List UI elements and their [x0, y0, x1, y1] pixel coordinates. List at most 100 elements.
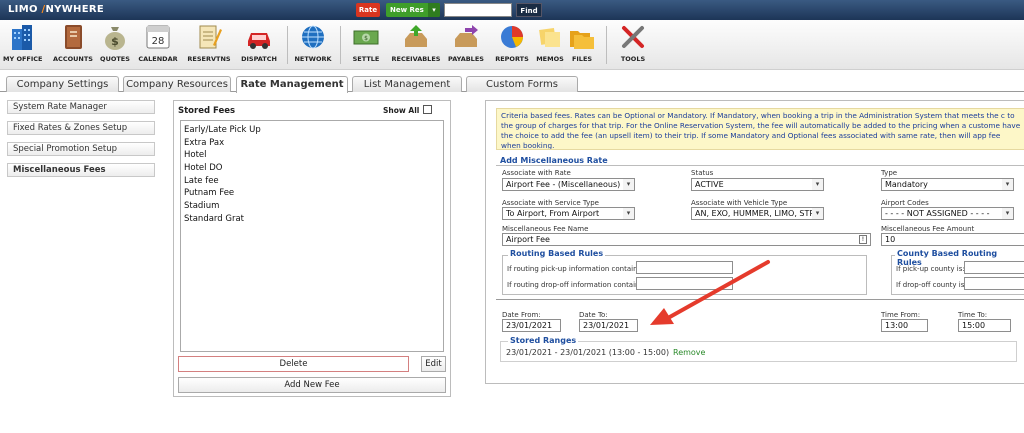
status-label: Status	[691, 169, 714, 177]
routing-rules-title: Routing Based Rules	[508, 249, 606, 258]
nav-fixed-rates-zones[interactable]: Fixed Rates & Zones Setup	[7, 121, 155, 135]
list-item[interactable]: Standard Grat	[181, 213, 443, 226]
toolbar-label: ACCOUNTS	[53, 55, 93, 63]
date-to-label: Date To:	[579, 311, 608, 319]
stored-fees-list[interactable]: Early/Late Pick Up Extra Pax Hotel Hotel…	[180, 120, 444, 352]
toolbar-label: DISPATCH	[241, 55, 277, 63]
rate-button[interactable]: Rate	[356, 3, 380, 17]
toolbar-memos[interactable]: MEMOS	[534, 23, 566, 67]
nav-miscellaneous-fees[interactable]: Miscellaneous Fees	[7, 163, 155, 177]
county-dropoff-label: If drop-off county is:	[896, 281, 967, 289]
toolbar-tools[interactable]: TOOLS	[616, 23, 650, 67]
service-type-select[interactable]: To Airport, From Airport ▾	[502, 207, 635, 220]
wrench-screwdriver-icon	[622, 26, 644, 48]
notepad-pencil-icon	[199, 25, 222, 49]
associate-rate-select[interactable]: Airport Fee - (Miscellaneous) ▾	[502, 178, 635, 191]
date-from-input[interactable]: 23/01/2021	[502, 319, 561, 332]
toolbar-label: MEMOS	[536, 55, 564, 63]
folders-icon	[570, 31, 594, 49]
routing-dropoff-input[interactable]	[636, 277, 733, 290]
top-search-input[interactable]	[444, 3, 512, 17]
associate-rate-label: Associate with Rate	[502, 169, 571, 177]
county-dropoff-input[interactable]	[964, 277, 1024, 290]
list-item[interactable]: Extra Pax	[181, 137, 443, 150]
inbox-tray-icon	[405, 25, 427, 47]
toolbar-label: FILES	[571, 55, 593, 63]
chevron-down-icon: ▾	[1002, 208, 1013, 219]
toolbar-label: TOOLS	[620, 55, 646, 63]
routing-pickup-input[interactable]	[636, 261, 733, 274]
nav-special-promotion[interactable]: Special Promotion Setup	[7, 142, 155, 156]
remove-range-link[interactable]: Remove	[673, 348, 705, 357]
status-select[interactable]: ACTIVE ▾	[691, 178, 824, 191]
toolbar-label: SETTLE	[352, 55, 380, 63]
add-misc-rate-title: Add Miscellaneous Rate	[500, 156, 608, 165]
service-type-label: Associate with Service Type	[502, 199, 599, 207]
toolbar-dispatch[interactable]: DISPATCH	[238, 23, 280, 67]
cash-icon: $	[353, 30, 379, 45]
toolbar-network[interactable]: NETWORK	[294, 23, 332, 67]
chevron-down-icon: ▾	[623, 179, 634, 190]
toolbar-payables[interactable]: PAYABLES	[446, 23, 486, 67]
list-item[interactable]: Early/Late Pick Up	[181, 124, 443, 137]
fee-name-input[interactable]: Airport Fee!	[502, 233, 871, 246]
find-button[interactable]: Find	[516, 3, 542, 17]
info-icon[interactable]: !	[859, 235, 867, 244]
toolbar-quotes[interactable]: $ QUOTES	[100, 23, 130, 67]
time-to-input[interactable]: 15:00	[958, 319, 1011, 332]
chevron-down-icon[interactable]: ▾	[428, 3, 440, 17]
airport-codes-select[interactable]: - - - - NOT ASSIGNED - - - - ▾	[881, 207, 1014, 220]
outbox-tray-icon	[455, 25, 478, 47]
select-value: Mandatory	[885, 180, 928, 189]
chevron-down-icon: ▾	[1002, 179, 1013, 190]
list-item[interactable]: Late fee	[181, 175, 443, 188]
toolbar-label: PAYABLES	[448, 55, 484, 63]
toolbar-calendar[interactable]: 28 CALENDAR	[136, 23, 180, 67]
sticky-notes-icon	[539, 27, 560, 47]
time-from-label: Time From:	[881, 311, 921, 319]
airport-codes-label: Airport Codes	[881, 199, 929, 207]
list-item[interactable]: Hotel	[181, 149, 443, 162]
list-item[interactable]: Putnam Fee	[181, 187, 443, 200]
toolbar-separator	[606, 26, 607, 64]
tab-custom-forms[interactable]: Custom Forms	[466, 76, 578, 92]
toolbar-label: MY OFFICE	[3, 55, 43, 63]
tab-list-management[interactable]: List Management	[352, 76, 462, 92]
type-select[interactable]: Mandatory ▾	[881, 178, 1014, 191]
toolbar-accounts[interactable]: ACCOUNTS	[52, 23, 94, 67]
calendar-icon: 28	[146, 25, 170, 49]
toolbar-receivables[interactable]: RECEIVABLES	[390, 23, 442, 67]
new-res-button[interactable]: New Res ▾	[386, 3, 440, 17]
misc-rate-form-panel: Criteria based fees. Rates can be Option…	[485, 100, 1024, 384]
county-pickup-label: If pick-up county is:	[896, 265, 965, 273]
edit-button[interactable]: Edit	[421, 356, 446, 372]
fee-amount-label: Miscellaneous Fee Amount	[881, 225, 975, 233]
nav-system-rate-manager[interactable]: System Rate Manager	[7, 100, 155, 114]
toolbar-reports[interactable]: REPORTS	[492, 23, 532, 67]
tab-company-resources[interactable]: Company Resources	[123, 76, 231, 92]
date-to-input[interactable]: 23/01/2021	[579, 319, 638, 332]
show-all-checkbox[interactable]	[423, 105, 432, 114]
type-label: Type	[881, 169, 898, 177]
select-value: ACTIVE	[695, 180, 724, 189]
delete-button[interactable]: Delete	[178, 356, 409, 372]
toolbar-reservtns[interactable]: RESERVTNS	[186, 23, 232, 67]
add-new-fee-button[interactable]: Add New Fee	[178, 377, 446, 393]
toolbar-settle[interactable]: $ SETTLE	[348, 23, 384, 67]
time-from-input[interactable]: 13:00	[881, 319, 928, 332]
list-item[interactable]: Hotel DO	[181, 162, 443, 175]
list-item[interactable]: Stadium	[181, 200, 443, 213]
svg-text:$: $	[364, 35, 368, 42]
select-value: Airport Fee - (Miscellaneous)	[506, 180, 621, 189]
vehicle-type-select[interactable]: AN, EXO, HUMMER, LIMO, STR ▾	[691, 207, 824, 220]
fee-amount-input[interactable]: 10	[881, 233, 1024, 246]
car-icon	[248, 33, 270, 49]
tab-company-settings[interactable]: Company Settings	[6, 76, 119, 92]
select-value: - - - - NOT ASSIGNED - - - -	[885, 209, 990, 218]
county-pickup-input[interactable]	[964, 261, 1024, 274]
select-value: AN, EXO, HUMMER, LIMO, STR	[695, 209, 815, 218]
tab-rate-management[interactable]: Rate Management	[236, 76, 348, 93]
toolbar-files[interactable]: FILES	[566, 23, 598, 67]
routing-dropoff-label: If routing drop-off information contains…	[507, 281, 646, 289]
toolbar-my-office[interactable]: MY OFFICE	[3, 23, 43, 67]
